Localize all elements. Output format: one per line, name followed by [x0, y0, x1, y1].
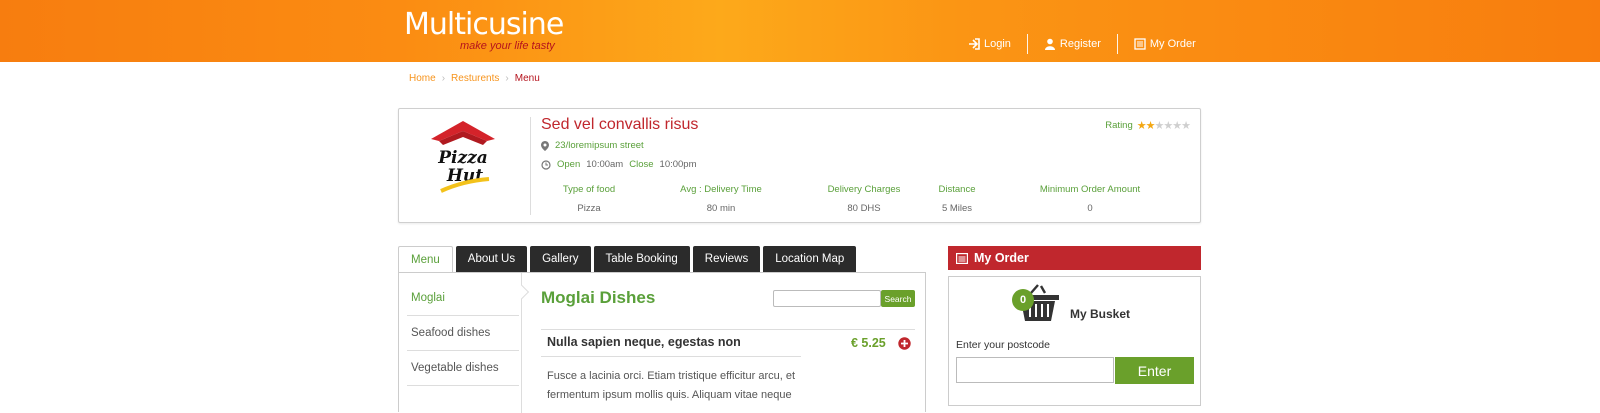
my-order-link[interactable]: My Order	[1118, 38, 1212, 50]
user-icon	[1044, 38, 1055, 50]
stat-value: Pizza	[577, 203, 601, 214]
star-icon: ★	[1154, 120, 1165, 132]
tab-location-map[interactable]: Location Map	[763, 246, 857, 272]
svg-text:Pizza: Pizza	[437, 148, 488, 168]
site-header: Multicusine make your life tasty Login R…	[0, 0, 1600, 62]
breadcrumb-separator: ›	[505, 73, 509, 84]
menu-panel: Moglai Seafood dishes Vegetable dishes M…	[398, 272, 926, 413]
register-link[interactable]: Register	[1028, 38, 1117, 50]
stat-value: 0	[1087, 203, 1093, 214]
tab-reviews[interactable]: Reviews	[692, 246, 761, 272]
nav-divider	[1116, 34, 1118, 54]
my-order-title: My Order	[974, 251, 1029, 265]
stat-label: Distance	[938, 184, 976, 195]
breadcrumb-current: Menu	[514, 73, 540, 84]
stat-label: Type of food	[562, 184, 616, 195]
stat-value: 80 DHS	[847, 203, 881, 214]
star-icon: ★	[1136, 120, 1147, 132]
add-to-order-icon[interactable]	[898, 337, 911, 350]
login-icon	[969, 38, 980, 50]
restaurant-name: Sed vel convallis risus	[541, 116, 699, 133]
my-order-label: My Order	[1149, 38, 1196, 50]
my-order-header: My Order	[948, 246, 1201, 270]
restaurant-logo: Pizza Hut	[431, 121, 495, 193]
rating-label: Rating	[1105, 120, 1133, 131]
rating-stars: ★ ★ ★ ★ ★ ★	[1136, 119, 1191, 132]
order-list-icon	[956, 252, 968, 264]
tab-table-booking[interactable]: Table Booking	[593, 246, 690, 272]
logo-text: Multicusine	[404, 7, 564, 42]
my-order-panel: 0 My Busket Enter your postcode Enter	[948, 276, 1201, 406]
open-time: 10:00am	[586, 159, 624, 170]
stat-label: Delivery Charges	[827, 184, 901, 195]
nav-divider	[1026, 34, 1028, 54]
order-icon	[1134, 38, 1146, 50]
stat-value: 80 min	[706, 203, 736, 214]
close-label: Close	[629, 159, 654, 170]
menu-search-button[interactable]: Search	[881, 290, 915, 307]
tab-about-us[interactable]: About Us	[455, 246, 528, 272]
star-icon: ★	[1172, 120, 1182, 132]
category-list: Moglai Seafood dishes Vegetable dishes	[407, 281, 519, 386]
dish-description: Fusce a lacinia orci. Etiam tristique ef…	[547, 370, 796, 401]
rating: Rating ★ ★ ★ ★ ★ ★	[1105, 119, 1191, 132]
star-icon: ★	[1145, 120, 1156, 132]
category-vegetable[interactable]: Vegetable dishes	[407, 351, 519, 386]
basket-label: My Busket	[1070, 307, 1131, 321]
tab-menu[interactable]: Menu	[398, 246, 453, 273]
clock-icon	[541, 159, 551, 170]
divider	[541, 356, 801, 357]
open-label: Open	[557, 159, 581, 170]
basket-count-badge: 0	[1012, 289, 1034, 311]
top-nav: Login Register My Order	[952, 34, 1212, 54]
register-label: Register	[1059, 38, 1101, 50]
stat-food-type: Type of food Pizza	[541, 184, 637, 214]
category-seafood[interactable]: Seafood dishes	[407, 316, 519, 351]
menu-search-input[interactable]	[773, 290, 881, 307]
login-label: Login	[984, 38, 1011, 50]
address-text: 23/loremipsum street	[555, 140, 644, 151]
section-title: Moglai Dishes	[541, 288, 656, 307]
stat-value: 5 Miles	[941, 203, 973, 214]
dish-name: Nulla sapien neque, egestas non	[547, 335, 741, 349]
enter-button[interactable]: Enter	[1115, 357, 1194, 384]
star-icon: ★	[1163, 120, 1173, 132]
card-divider	[530, 117, 531, 215]
breadcrumb-restaurants[interactable]: Resturents	[451, 73, 499, 84]
stat-distance: Distance 5 Miles	[927, 184, 987, 214]
breadcrumb-separator: ›	[441, 73, 446, 84]
location-pin-icon	[541, 140, 549, 151]
close-time: 10:00pm	[659, 159, 697, 170]
restaurant-tabs: Menu About Us Gallery Table Booking Revi…	[398, 246, 857, 273]
star-icon: ★	[1181, 120, 1191, 132]
breadcrumb-home[interactable]: Home	[409, 73, 436, 84]
dish-price: € 5.25	[851, 336, 886, 350]
site-logo[interactable]: Multicusine make your life tasty	[404, 7, 564, 53]
stat-delivery-charges: Delivery Charges 80 DHS	[809, 184, 919, 214]
category-moglai[interactable]: Moglai	[407, 281, 519, 316]
logo-tagline: make your life tasty	[460, 40, 555, 52]
stat-minimum-order: Minimum Order Amount 0	[1025, 184, 1155, 214]
tab-gallery[interactable]: Gallery	[530, 246, 591, 272]
restaurant-hours: Open 10:00am Close 10:00pm	[541, 159, 697, 170]
restaurant-address: 23/loremipsum street	[541, 140, 644, 151]
postcode-label: Enter your postcode	[956, 339, 1050, 351]
breadcrumb: Home › Resturents › Menu	[409, 73, 540, 84]
stat-delivery-time: Avg : Delivery Time 80 min	[661, 184, 781, 214]
restaurant-card: Pizza Hut Sed vel convallis risus 23/lor…	[398, 108, 1201, 223]
login-link[interactable]: Login	[952, 38, 1027, 50]
postcode-input[interactable]	[956, 357, 1114, 383]
stat-label: Avg : Delivery Time	[680, 184, 762, 195]
stat-label: Minimum Order Amount	[1039, 184, 1141, 195]
divider	[541, 329, 915, 330]
